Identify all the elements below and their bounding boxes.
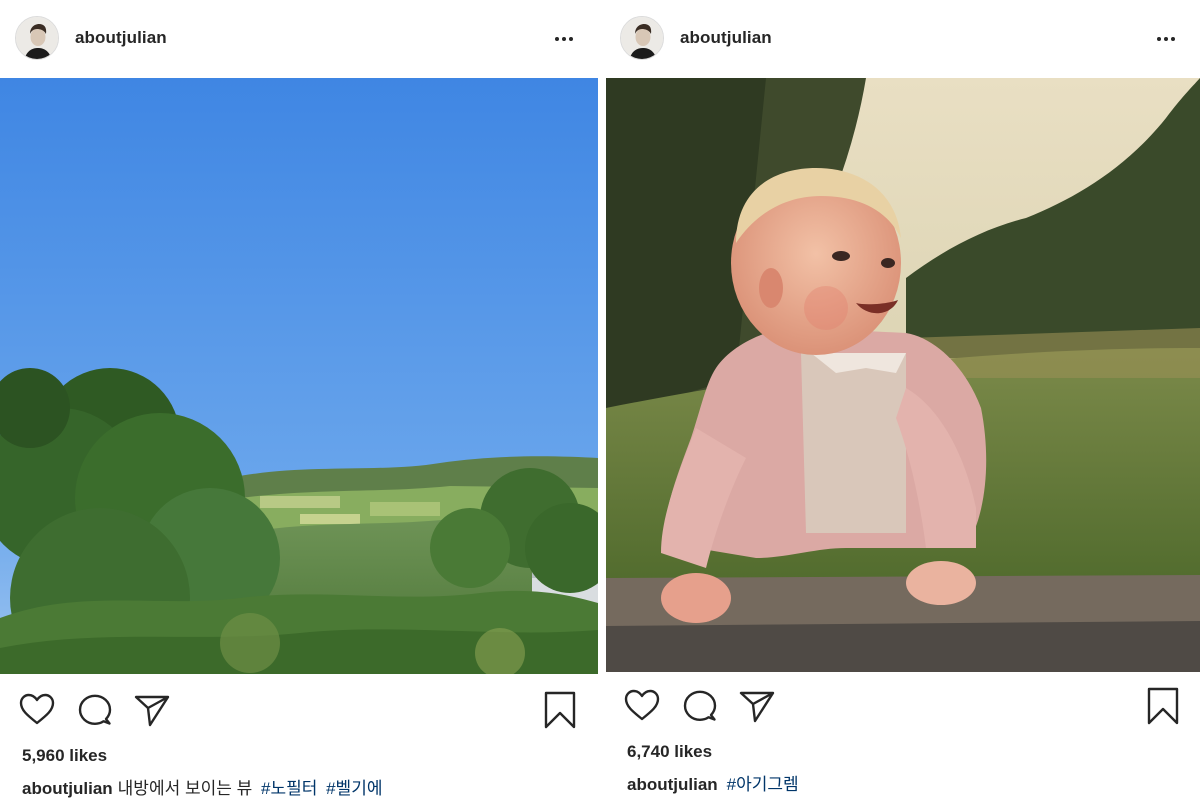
avatar[interactable]	[15, 16, 59, 60]
post-actions	[0, 690, 598, 734]
bookmark-icon[interactable]	[1143, 686, 1183, 726]
caption-username[interactable]: aboutjulian	[22, 779, 113, 798]
more-options-icon[interactable]	[550, 27, 578, 51]
share-icon[interactable]	[132, 690, 172, 730]
post-header: aboutjulian	[606, 0, 1200, 78]
post-actions	[606, 686, 1200, 730]
post-header: aboutjulian	[0, 0, 598, 78]
hashtag-link[interactable]: #벨기에	[326, 779, 382, 798]
caption-text: 내방에서 보이는 뷰	[117, 779, 253, 798]
caption-username[interactable]: aboutjulian	[627, 775, 718, 794]
like-count[interactable]: 5,960 likes	[22, 746, 107, 766]
heart-icon[interactable]	[17, 690, 57, 730]
post-username[interactable]: aboutjulian	[75, 28, 167, 48]
hashtag-link[interactable]: #노필터	[261, 779, 317, 798]
post-photo-baby	[606, 78, 1200, 672]
more-options-icon[interactable]	[1152, 27, 1180, 51]
comment-icon[interactable]	[75, 690, 115, 730]
heart-icon[interactable]	[622, 686, 662, 726]
instagram-posts-composite: aboutjulian 5,960 likes aboutjulian 내방에서…	[0, 0, 1200, 800]
hashtag-link[interactable]: #아기그렘	[727, 775, 799, 794]
share-icon[interactable]	[737, 686, 777, 726]
comment-icon[interactable]	[680, 686, 720, 726]
post-card-landscape: aboutjulian 5,960 likes aboutjulian 내방에서…	[0, 0, 598, 800]
post-caption: aboutjulian #아기그렘	[627, 770, 799, 795]
post-card-baby: aboutjulian 6,740 likes aboutjulian #아기그…	[606, 0, 1200, 800]
post-username[interactable]: aboutjulian	[680, 28, 772, 48]
post-caption: aboutjulian 내방에서 보이는 뷰 #노필터 #벨기에	[22, 774, 382, 799]
bookmark-icon[interactable]	[540, 690, 580, 730]
post-divider	[598, 0, 606, 800]
post-photo-landscape	[0, 78, 598, 674]
avatar[interactable]	[620, 16, 664, 60]
like-count[interactable]: 6,740 likes	[627, 742, 712, 762]
